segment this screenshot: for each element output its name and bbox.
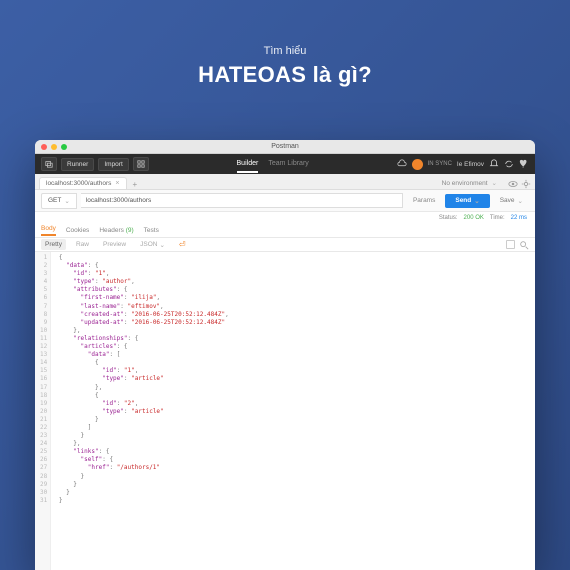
cloud-icon[interactable] bbox=[397, 159, 407, 169]
time-label: Time: bbox=[490, 215, 505, 221]
hero-title: HATEOAS là gì? bbox=[0, 62, 570, 88]
view-options: Pretty Raw Preview JSON ⌄ ⏎ bbox=[35, 238, 535, 252]
view-pretty[interactable]: Pretty bbox=[41, 239, 66, 250]
send-button[interactable]: Send ⌄ bbox=[445, 194, 489, 208]
save-button[interactable]: Save ⌄ bbox=[494, 194, 529, 208]
hero: Tìm hiểu HATEOAS là gì? bbox=[0, 0, 570, 88]
environment-label: No environment bbox=[442, 180, 488, 187]
send-label: Send bbox=[455, 197, 471, 204]
chevron-down-icon: ⌄ bbox=[159, 241, 164, 249]
tab-headers[interactable]: Headers (9) bbox=[99, 227, 133, 234]
format-select[interactable]: JSON ⌄ bbox=[136, 239, 169, 251]
chevron-down-icon: ⌄ bbox=[492, 179, 497, 187]
wrap-icon[interactable]: ⏎ bbox=[179, 240, 186, 249]
view-raw[interactable]: Raw bbox=[72, 239, 93, 250]
tab-headers-label: Headers bbox=[99, 227, 124, 234]
response-tabs: Body Cookies Headers (9) Tests bbox=[35, 224, 535, 238]
status-row: Status: 200 OK Time: 22 ms bbox=[35, 212, 535, 224]
close-tab-icon[interactable]: × bbox=[115, 180, 119, 187]
chevron-down-icon: ⌄ bbox=[518, 197, 523, 205]
copy-icon[interactable] bbox=[506, 240, 515, 249]
topbar: Runner Import Builder Team Library IN SY… bbox=[35, 154, 535, 174]
tab-body[interactable]: Body bbox=[41, 225, 56, 236]
tab-team-library[interactable]: Team Library bbox=[268, 156, 308, 173]
params-button[interactable]: Params bbox=[407, 197, 441, 204]
view-preview[interactable]: Preview bbox=[99, 239, 130, 250]
headers-count: (9) bbox=[126, 227, 134, 234]
sync-status: IN SYNC bbox=[428, 161, 452, 167]
response-body[interactable]: 1234567891011121314151617181920212223242… bbox=[35, 252, 535, 570]
eye-icon[interactable] bbox=[508, 179, 518, 189]
hero-subtitle: Tìm hiểu bbox=[0, 45, 570, 57]
request-row: GET ⌄ localhost:3000/authors Params Send… bbox=[35, 190, 535, 212]
code-content: { "data": { "id": "1", "type": "author",… bbox=[51, 252, 232, 570]
status-value: 200 OK bbox=[464, 215, 484, 221]
sync-icon[interactable] bbox=[504, 159, 514, 169]
add-tab-button[interactable]: + bbox=[130, 180, 141, 189]
center-tabs: Builder Team Library bbox=[153, 156, 393, 173]
method-select[interactable]: GET ⌄ bbox=[41, 193, 77, 209]
runner-button[interactable]: Runner bbox=[61, 158, 94, 171]
import-button[interactable]: Import bbox=[98, 158, 128, 171]
line-gutter: 1234567891011121314151617181920212223242… bbox=[35, 252, 51, 570]
url-input[interactable]: localhost:3000/authors bbox=[81, 193, 403, 208]
bell-icon[interactable] bbox=[489, 159, 499, 169]
status-label: Status: bbox=[439, 215, 458, 221]
collections-icon[interactable] bbox=[133, 157, 149, 171]
chevron-down-icon: ⌄ bbox=[474, 197, 479, 205]
chevron-down-icon: ⌄ bbox=[64, 197, 69, 205]
gear-icon[interactable] bbox=[521, 179, 531, 189]
postman-window: Postman Runner Import Builder Team Libra… bbox=[35, 140, 535, 570]
save-label: Save bbox=[500, 197, 515, 204]
request-tab[interactable]: localhost:3000/authors × bbox=[39, 177, 127, 189]
avatar[interactable] bbox=[412, 159, 423, 170]
request-tab-label: localhost:3000/authors bbox=[46, 180, 111, 187]
time-value: 22 ms bbox=[511, 215, 527, 221]
new-tab-icon[interactable] bbox=[41, 157, 57, 171]
user-name[interactable]: Ie Efimov bbox=[457, 161, 484, 168]
format-label: JSON bbox=[140, 241, 157, 248]
window-chrome: Postman bbox=[35, 140, 535, 154]
tab-cookies[interactable]: Cookies bbox=[66, 227, 89, 234]
request-tabstrip: localhost:3000/authors × + No environmen… bbox=[35, 174, 535, 190]
tab-tests[interactable]: Tests bbox=[144, 227, 159, 234]
tab-builder[interactable]: Builder bbox=[237, 156, 259, 173]
search-icon[interactable] bbox=[519, 240, 529, 250]
method-label: GET bbox=[48, 197, 61, 204]
environment-select[interactable]: No environment ⌄ bbox=[434, 177, 505, 189]
window-title: Postman bbox=[35, 143, 535, 150]
heart-icon[interactable] bbox=[519, 159, 529, 169]
